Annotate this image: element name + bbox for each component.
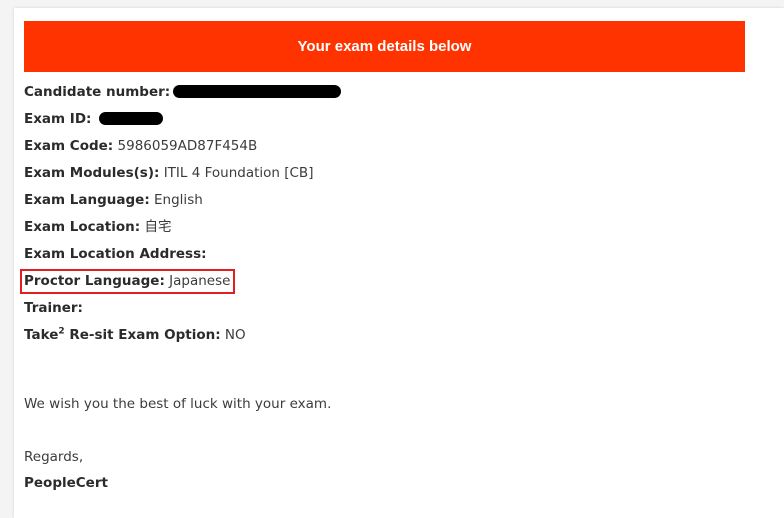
exam-id-label: Exam ID: <box>24 111 92 127</box>
exam-language-label: Exam Language: <box>24 192 150 208</box>
candidate-number-label: Candidate number: <box>24 84 171 100</box>
resit-option-value: NO <box>224 327 246 343</box>
resit-option-label: Take2 Re-sit Exam Option: <box>24 327 221 343</box>
banner-title: Your exam details below <box>297 38 472 55</box>
exam-details-list: Candidate number: Exam ID: Exam Code: 59… <box>20 79 342 349</box>
candidate-number-row: Candidate number: <box>24 79 342 106</box>
exam-language-row: Exam Language: English <box>24 187 341 214</box>
exam-modules-value: ITIL 4 Foundation [CB] <box>163 165 314 181</box>
regards-text: Regards, <box>24 449 84 465</box>
exam-id-redaction <box>98 111 163 125</box>
good-luck-message: We wish you the best of luck with your e… <box>24 396 332 412</box>
exam-location-value: 自宅 <box>144 219 172 235</box>
exam-location-address-label: Exam Location Address: <box>24 246 207 262</box>
exam-modules-label: Exam Modules(s): <box>24 165 160 181</box>
candidate-number-redaction <box>173 84 342 98</box>
exam-location-row: Exam Location: 自宅 <box>24 214 341 241</box>
signature-text: PeopleCert <box>24 475 108 491</box>
resit-option-row: Take2 Re-sit Exam Option: NO <box>24 322 341 349</box>
exam-details-banner: Your exam details below <box>24 21 745 72</box>
trainer-row: Trainer: <box>24 295 341 322</box>
exam-location-label: Exam Location: <box>24 219 141 235</box>
exam-modules-row: Exam Modules(s): ITIL 4 Foundation [CB] <box>24 160 341 187</box>
resit-label-rest: Re-sit Exam Option: <box>64 327 221 343</box>
exam-code-value: 5986059AD87F454B <box>117 138 258 154</box>
exam-code-row: Exam Code: 5986059AD87F454B <box>24 133 341 160</box>
trainer-label: Trainer: <box>24 300 83 316</box>
exam-code-label: Exam Code: <box>24 138 114 154</box>
exam-id-row: Exam ID: <box>24 106 341 133</box>
proctor-language-row: Proctor Language: Japanese <box>20 268 341 295</box>
resit-label-take: Take <box>24 327 59 343</box>
proctor-language-highlight-box <box>20 269 235 294</box>
exam-location-address-row: Exam Location Address: <box>24 241 341 268</box>
exam-language-value: English <box>154 192 203 208</box>
